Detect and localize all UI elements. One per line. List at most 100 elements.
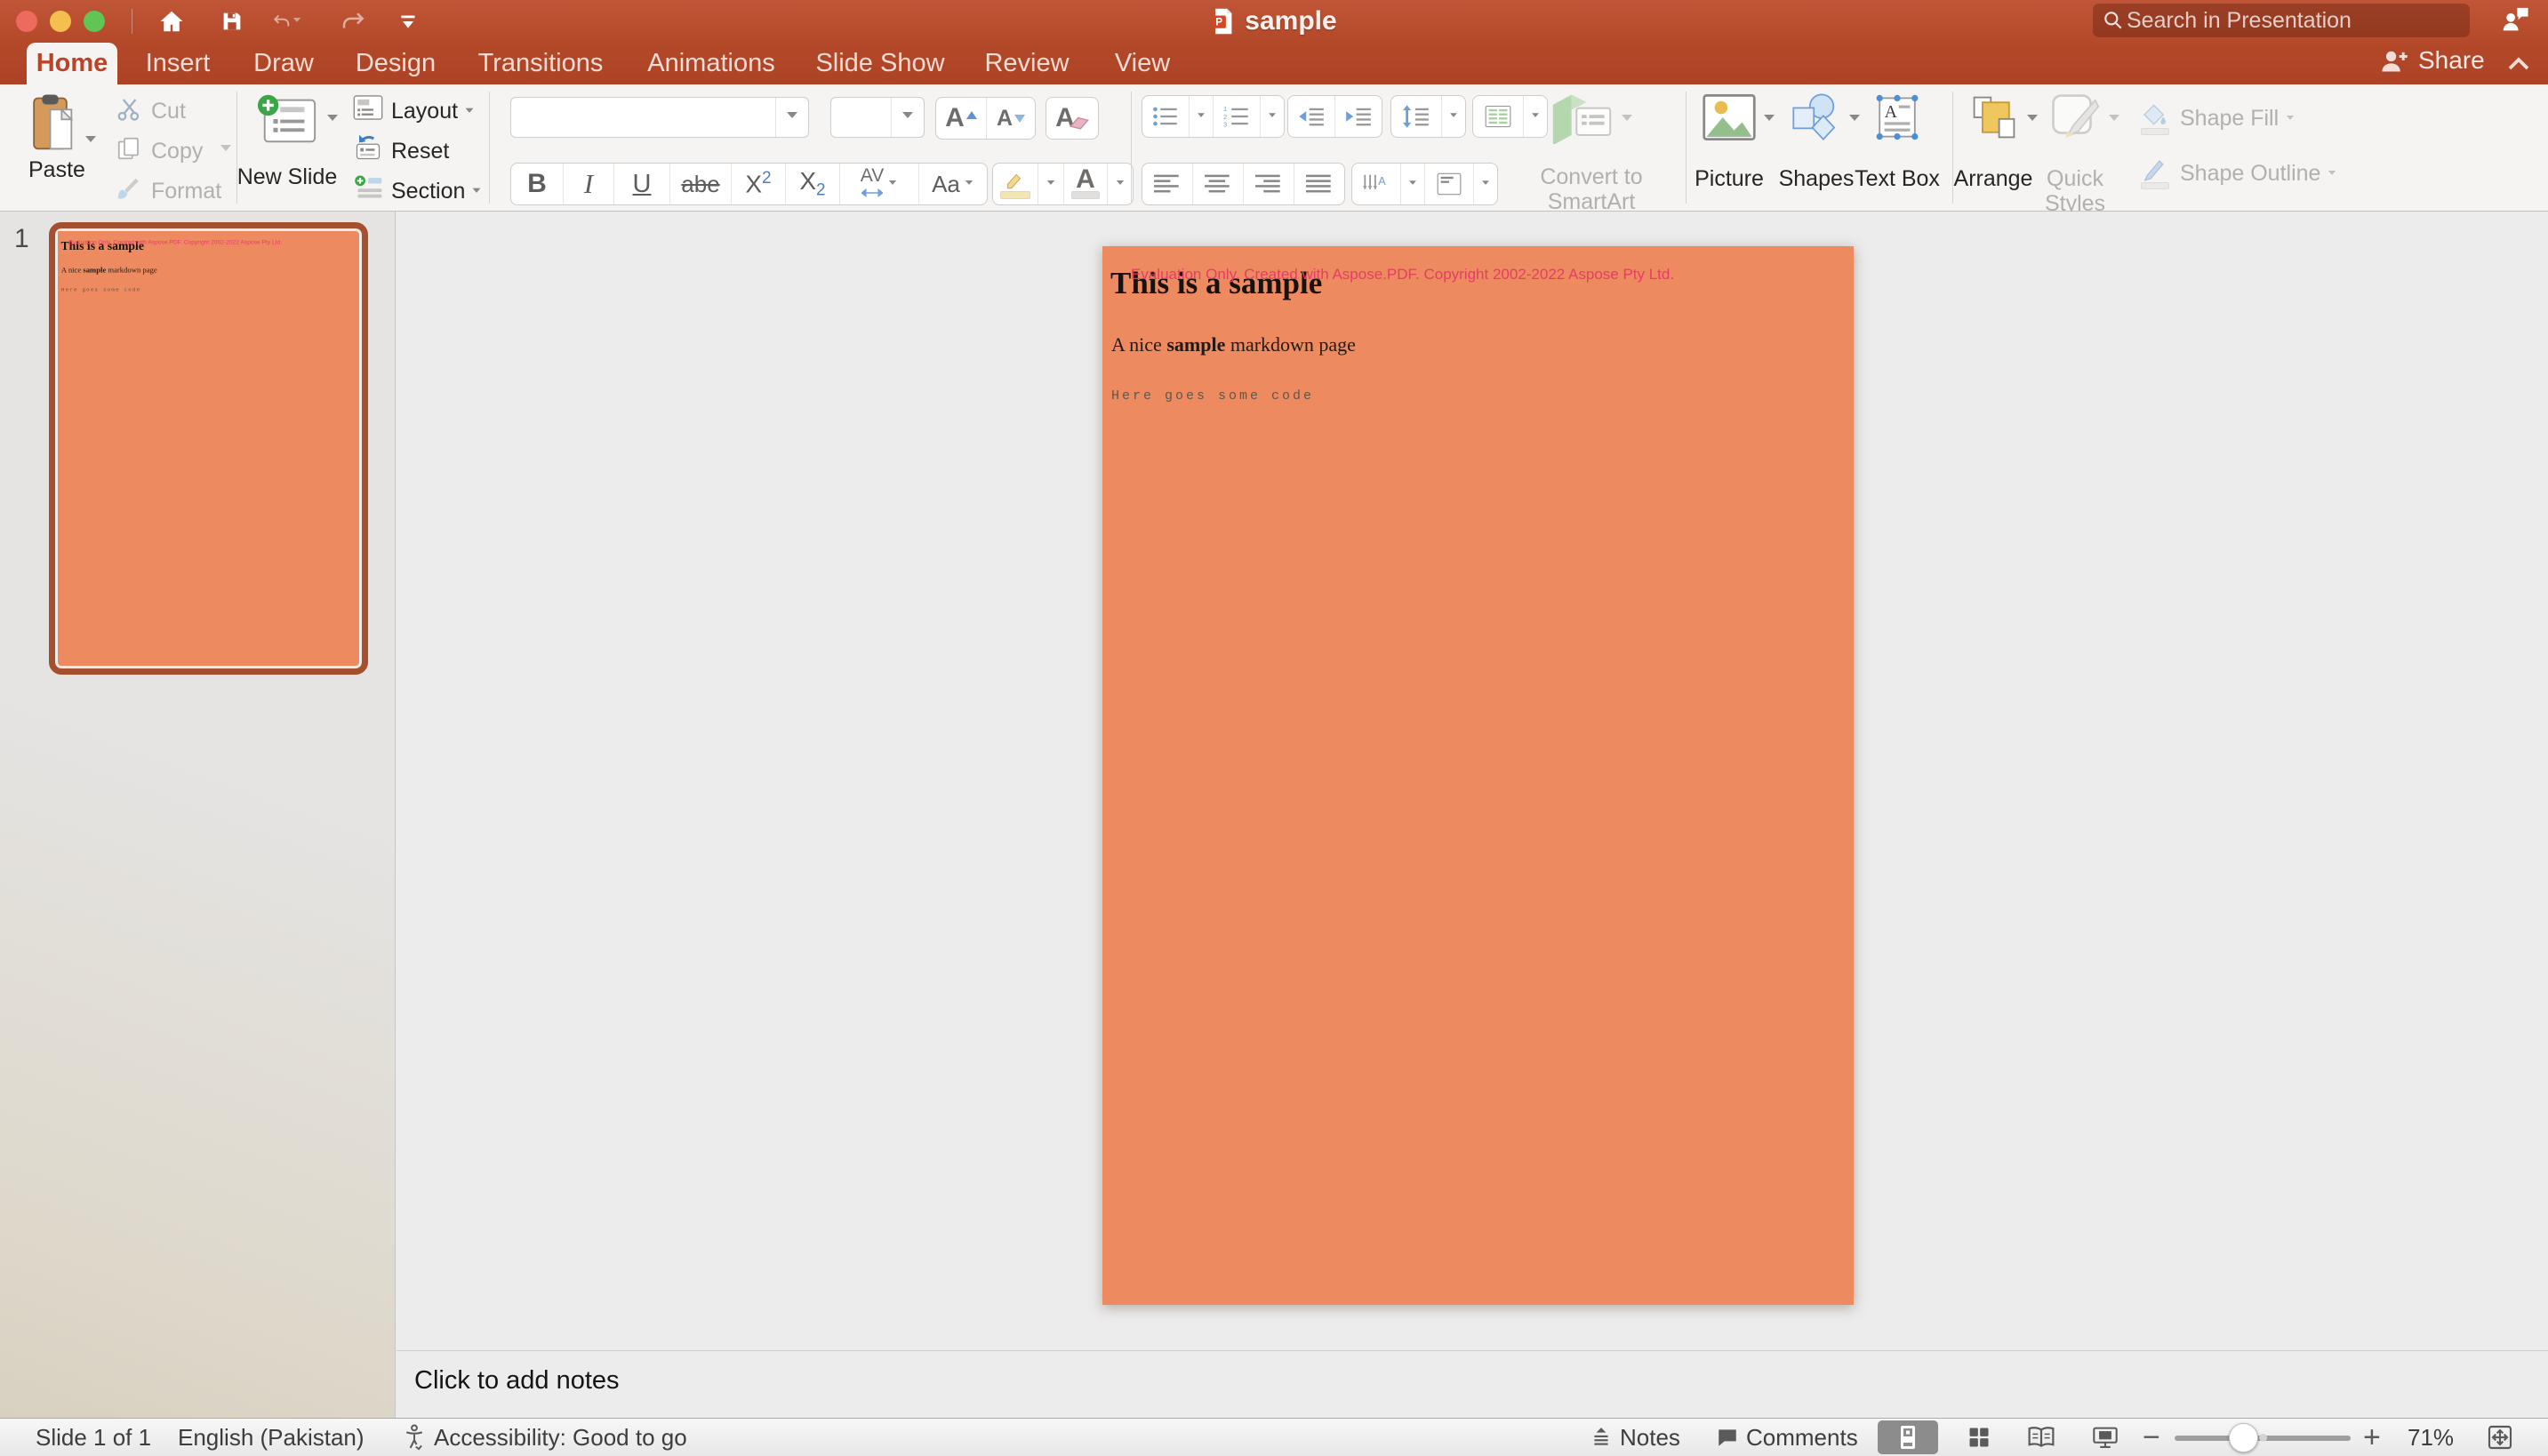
- new-slide-dropdown-caret[interactable]: [327, 115, 338, 126]
- smartart-dropdown-caret[interactable]: [1622, 115, 1632, 126]
- slide-sorter-button[interactable]: [1949, 1420, 2009, 1454]
- font-name-combobox[interactable]: [510, 97, 809, 138]
- underline-button[interactable]: U: [614, 164, 670, 204]
- tab-transitions[interactable]: Transitions: [468, 43, 613, 84]
- increase-font-button[interactable]: A: [936, 98, 987, 139]
- font-size-input[interactable]: [831, 98, 891, 137]
- line-spacing-button[interactable]: [1391, 96, 1442, 137]
- slide-paragraph[interactable]: A nice sample markdown page: [1111, 333, 1356, 356]
- notes-placeholder[interactable]: Click to add notes: [414, 1366, 620, 1396]
- change-case-button[interactable]: Aa: [919, 164, 987, 204]
- zoom-out-button[interactable]: −: [2143, 1419, 2160, 1456]
- shape-outline-button[interactable]: [2137, 154, 2173, 193]
- paste-button[interactable]: [20, 92, 91, 154]
- collapse-ribbon-button[interactable]: [2505, 53, 2532, 79]
- format-painter-button[interactable]: [112, 173, 144, 204]
- reset-button[interactable]: [352, 133, 384, 162]
- arrange-button[interactable]: [1968, 92, 2020, 143]
- slide-1-thumbnail[interactable]: Evaluation Only. Created with Aspose.PDF…: [49, 222, 368, 675]
- slide-1-canvas[interactable]: Evaluation Only. Created with Aspose.PDF…: [1102, 246, 1854, 1305]
- bullets-button[interactable]: [1142, 96, 1190, 137]
- numbering-button[interactable]: 123: [1214, 96, 1261, 137]
- cut-button[interactable]: [114, 93, 144, 124]
- notes-button[interactable]: Notes: [1590, 1419, 1680, 1456]
- reading-view-button[interactable]: [2011, 1420, 2071, 1454]
- tab-insert[interactable]: Insert: [133, 43, 222, 84]
- subscript-button[interactable]: X2: [786, 164, 840, 204]
- picture-dropdown-caret[interactable]: [1764, 115, 1775, 126]
- text-box-button[interactable]: A: [1872, 90, 1922, 145]
- convert-smartart-button[interactable]: [1549, 92, 1615, 145]
- copy-dropdown-caret[interactable]: [220, 145, 231, 156]
- bullets-dropdown[interactable]: [1190, 96, 1214, 137]
- tab-animations[interactable]: Animations: [635, 43, 788, 84]
- justify-button[interactable]: [1294, 164, 1344, 204]
- strikethrough-button[interactable]: abe: [670, 164, 732, 204]
- accessibility-button[interactable]: Accessibility: Good to go: [402, 1419, 687, 1456]
- tab-home[interactable]: Home: [27, 43, 117, 84]
- comments-button[interactable]: Comments: [1716, 1419, 1858, 1456]
- search-input[interactable]: [2125, 7, 2461, 35]
- normal-view-button[interactable]: [1878, 1420, 1938, 1454]
- font-size-combobox[interactable]: [830, 97, 925, 138]
- character-spacing-button[interactable]: AV: [840, 164, 919, 204]
- font-name-input[interactable]: [511, 98, 775, 137]
- copy-button[interactable]: [114, 133, 144, 164]
- slide-code-line[interactable]: Here goes some code: [1111, 388, 1314, 404]
- chevron-down-icon: [1269, 113, 1276, 120]
- account-button[interactable]: [2500, 4, 2530, 34]
- fit-to-window-button[interactable]: [2486, 1419, 2514, 1456]
- align-text-button[interactable]: [1425, 164, 1474, 204]
- new-slide-button[interactable]: [256, 92, 318, 147]
- quick-styles-dropdown-caret[interactable]: [2109, 115, 2119, 126]
- align-right-button[interactable]: [1244, 164, 1294, 204]
- increase-indent-button[interactable]: [1335, 96, 1382, 137]
- section-button[interactable]: [352, 173, 384, 202]
- align-center-button[interactable]: [1193, 164, 1244, 204]
- paste-dropdown-caret[interactable]: [85, 136, 96, 148]
- font-size-dropdown[interactable]: [891, 98, 924, 137]
- decrease-indent-button[interactable]: [1288, 96, 1335, 137]
- bold-button[interactable]: B: [511, 164, 564, 204]
- tab-view[interactable]: View: [1101, 43, 1184, 84]
- numbering-dropdown[interactable]: [1261, 96, 1284, 137]
- align-left-button[interactable]: [1142, 164, 1193, 204]
- tab-review[interactable]: Review: [974, 43, 1079, 84]
- share-button[interactable]: Share: [2379, 46, 2485, 75]
- font-name-dropdown[interactable]: [775, 98, 808, 137]
- layout-button[interactable]: [352, 93, 384, 122]
- quick-styles-button[interactable]: [2048, 92, 2102, 143]
- columns-button[interactable]: [1473, 96, 1524, 137]
- reset-label[interactable]: Reset: [391, 139, 449, 164]
- notes-pane[interactable]: Click to add notes: [397, 1350, 2548, 1418]
- arrange-dropdown-caret[interactable]: [2027, 115, 2038, 126]
- italic-button[interactable]: I: [564, 164, 614, 204]
- font-color-dropdown[interactable]: [1108, 164, 1133, 204]
- zoom-in-button[interactable]: +: [2363, 1419, 2381, 1456]
- columns-dropdown[interactable]: [1524, 96, 1547, 137]
- picture-button[interactable]: [1702, 92, 1757, 143]
- shape-fill-button[interactable]: [2137, 99, 2173, 138]
- shapes-button[interactable]: [1789, 90, 1842, 145]
- text-direction-button[interactable]: A: [1352, 164, 1401, 204]
- section-label[interactable]: Section: [391, 179, 482, 204]
- language-button[interactable]: English (Pakistan): [178, 1419, 365, 1456]
- text-direction-dropdown[interactable]: [1401, 164, 1425, 204]
- tab-draw[interactable]: Draw: [242, 43, 325, 84]
- clear-formatting-button[interactable]: A: [1046, 98, 1098, 139]
- line-spacing-dropdown[interactable]: [1442, 96, 1465, 137]
- slideshow-button[interactable]: [2075, 1420, 2135, 1454]
- tab-slide-show[interactable]: Slide Show: [807, 43, 953, 84]
- highlight-button[interactable]: [993, 164, 1038, 204]
- font-color-button[interactable]: A: [1064, 164, 1108, 204]
- layout-label[interactable]: Layout: [391, 99, 475, 124]
- zoom-level[interactable]: 71%: [2408, 1419, 2454, 1456]
- search-box[interactable]: [2093, 4, 2470, 37]
- superscript-button[interactable]: X2: [732, 164, 786, 204]
- shapes-dropdown-caret[interactable]: [1849, 115, 1860, 126]
- zoom-slider-thumb[interactable]: [2229, 1423, 2258, 1452]
- highlight-dropdown[interactable]: [1038, 164, 1064, 204]
- decrease-font-button[interactable]: A: [987, 98, 1035, 139]
- align-text-dropdown[interactable]: [1474, 164, 1497, 204]
- tab-design[interactable]: Design: [347, 43, 445, 84]
